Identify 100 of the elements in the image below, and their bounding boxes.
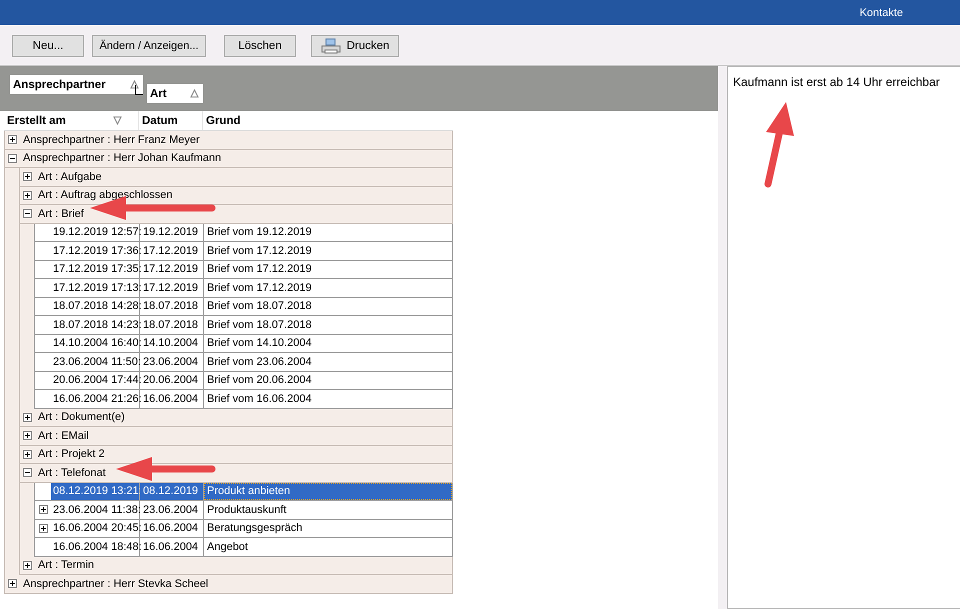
expand-icon[interactable] <box>23 560 32 570</box>
toolbar-button[interactable]: Löschen <box>224 35 296 57</box>
table-cell: 19.12.2019 <box>140 224 204 241</box>
table-cell: 20.06.2004 <box>140 372 204 389</box>
group-label: Art : Termin <box>38 559 94 572</box>
group-label: Art : Dokument(e) <box>38 411 125 424</box>
table-row[interactable]: 16.06.2004 20:45:16.06.2004 Beratungsgespräch <box>34 520 453 538</box>
table-cell: 14.10.2004 16:40: <box>51 334 140 352</box>
table-cell: 19.12.2019 12:57: <box>51 224 140 241</box>
column-header[interactable]: Datum <box>139 111 203 130</box>
table-row[interactable]: 23.06.2004 11:50: 23.06.2004 Brief vom 23.06.2004 <box>34 353 453 372</box>
table-cell: 18.07.2018 14:28: <box>51 298 140 315</box>
group-row[interactable]: Art : Telefonat <box>19 464 453 482</box>
expand-icon[interactable] <box>8 579 17 588</box>
table-cell: 08.12.2019 <box>140 482 204 500</box>
toolbar-button[interactable]: Neu... <box>12 35 84 57</box>
table-cell-text: Brief vom 17.12.2019 <box>206 280 313 296</box>
table-row[interactable]: 18.07.2018 14:23:18.07.2018 Brief vom 18.07.2018 <box>34 316 453 334</box>
expand-icon[interactable] <box>38 524 48 533</box>
table-cell: 16.06.2004 18:48: <box>51 538 140 556</box>
table-row[interactable]: 20.06.2004 17:44:20.06.2004 Brief vom 20.06.2004 <box>34 372 453 390</box>
table-row[interactable]: 18.07.2018 14:28:18.07.2018 Brief vom 18.07.2018 <box>34 298 453 316</box>
table-cell: 18.07.2018 14:23: <box>51 316 140 334</box>
table-cell: 18.07.2018 <box>140 298 204 315</box>
group-row[interactable]: Ansprechpartner : Herr Franz Meyer <box>4 131 453 150</box>
table-cell-text: Brief vom 16.06.2004 <box>206 392 313 407</box>
table-cell: 08.12.2019 13:21: <box>51 482 140 500</box>
printer-icon <box>320 38 341 54</box>
table-cell: 16.06.2004 <box>140 390 204 408</box>
group-row[interactable]: Art : Auftrag abgeschlossen <box>19 186 453 205</box>
group-label: Ansprechpartner : Herr Stevka Scheel <box>23 578 208 590</box>
expand-icon[interactable] <box>23 412 32 422</box>
table-cell: 16.06.2004 <box>140 538 204 556</box>
group-label: Art : EMail <box>38 430 89 442</box>
table-row[interactable]: 16.06.2004 18:48:16.06.2004 Angebot <box>34 538 453 556</box>
group-row[interactable]: Art : Aufgabe <box>19 168 453 186</box>
expand-icon[interactable] <box>23 431 32 440</box>
table-cell: 18.07.2018 <box>140 316 204 334</box>
table-cell-text: Brief vom 18.07.2018 <box>206 318 313 333</box>
print-button[interactable]: Drucken <box>311 35 399 57</box>
table-cell: 20.06.2004 17:44: <box>51 372 140 389</box>
expand-icon[interactable] <box>38 505 48 514</box>
table-cell: 17.12.2019 <box>140 279 204 296</box>
table-cell: 16.06.2004 <box>140 520 204 537</box>
table-row[interactable]: 14.10.2004 16:40:14.10.2004 Brief vom 14.10.2004 <box>34 334 453 353</box>
table-cell: 17.12.2019 <box>140 242 204 260</box>
table-row[interactable]: 08.12.2019 13:21:08.12.2019 Produkt anbieten <box>34 482 453 501</box>
collapse-icon[interactable] <box>8 154 17 163</box>
table-row[interactable]: 17.12.2019 17:13:17.12.2019 Brief vom 17.12.2019 <box>34 279 453 298</box>
table-row[interactable]: 19.12.2019 12:57:19.12.2019 Brief vom 19.12.2019 <box>34 224 453 242</box>
group-row[interactable]: Ansprechpartner : Herr Stevka Scheel <box>4 575 453 594</box>
group-row[interactable]: Art : Dokument(e) <box>19 408 453 427</box>
table-row[interactable]: 16.06.2004 21:26:16.06.2004 Brief vom 16.06.2004 <box>34 390 453 408</box>
table-cell: 23.06.2004 11:38: <box>51 501 140 518</box>
expand-icon[interactable] <box>23 190 32 200</box>
table-cell: 17.12.2019 17:35: <box>51 260 140 278</box>
group-row[interactable]: Art : Projekt 2 <box>19 446 453 464</box>
table-cell: 23.06.2004 <box>140 353 204 370</box>
group-row[interactable]: Art : EMail <box>19 427 453 446</box>
table-cell: Produkt anbieten <box>204 482 452 500</box>
table-cell-text: Brief vom 20.06.2004 <box>206 373 313 388</box>
table-cell-text: Angebot <box>206 540 249 555</box>
group-label: Art : Projekt 2 <box>38 448 105 460</box>
table-row[interactable]: 17.12.2019 17:35:17.12.2019 Brief vom 17.12.2019 <box>34 260 453 279</box>
table-cell: 16.06.2004 21:26: <box>51 390 140 408</box>
table-row[interactable]: 17.12.2019 17:36:17.12.2019 Brief vom 17.12.2019 <box>34 242 453 260</box>
group-label: Art : Auftrag abgeschlossen <box>38 189 173 202</box>
indent-margin <box>19 224 34 242</box>
group-label: Ansprechpartner : Herr Franz Meyer <box>23 134 200 146</box>
group-label: Art : Aufgabe <box>38 170 102 183</box>
table-cell-text: Brief vom 17.12.2019 <box>206 244 313 259</box>
table-cell-text: Brief vom 19.12.2019 <box>206 225 313 240</box>
group-row[interactable]: Art : Termin <box>19 556 453 575</box>
toolbar-button[interactable]: Ändern / Anzeigen... <box>92 35 206 57</box>
window-title: Kontakte <box>860 6 903 18</box>
table-cell-text: Brief vom 23.06.2004 <box>206 354 313 370</box>
expand-icon[interactable] <box>23 450 32 459</box>
indent-margin <box>4 168 19 186</box>
group-label: Ansprechpartner : Herr Johan Kaufmann <box>23 152 222 164</box>
group-by-field[interactable]: Art <box>147 84 203 103</box>
note-text: Kaufmann ist erst ab 14 Uhr erreichbar <box>733 75 940 89</box>
table-cell: 23.06.2004 11:50: <box>51 353 140 370</box>
table-cell-text: Brief vom 18.07.2018 <box>206 299 313 314</box>
table-cell: 16.06.2004 20:45: <box>51 520 140 537</box>
column-header[interactable]: Erstellt am <box>4 111 139 130</box>
collapse-icon[interactable] <box>23 209 32 218</box>
expand-icon[interactable] <box>8 135 17 144</box>
group-by-field[interactable]: Ansprechpartner <box>10 75 143 94</box>
table-cell-text: Beratungsgespräch <box>206 521 304 536</box>
indent-margin <box>19 482 34 501</box>
group-label: Art : Telefonat <box>38 466 106 479</box>
table-cell: 17.12.2019 17:13: <box>51 279 140 296</box>
collapse-icon[interactable] <box>23 468 32 478</box>
table-row[interactable]: 23.06.2004 11:38: 23.06.2004 Produktauskunft <box>34 501 453 520</box>
column-header[interactable]: Grund <box>203 111 453 130</box>
table-cell: 23.06.2004 <box>140 501 204 518</box>
group-label: Art : Brief <box>38 208 84 220</box>
group-row[interactable]: Ansprechpartner : Herr Johan Kaufmann <box>4 150 453 168</box>
table-cell-text: Produktauskunft <box>206 502 288 518</box>
expand-icon[interactable] <box>23 172 32 182</box>
